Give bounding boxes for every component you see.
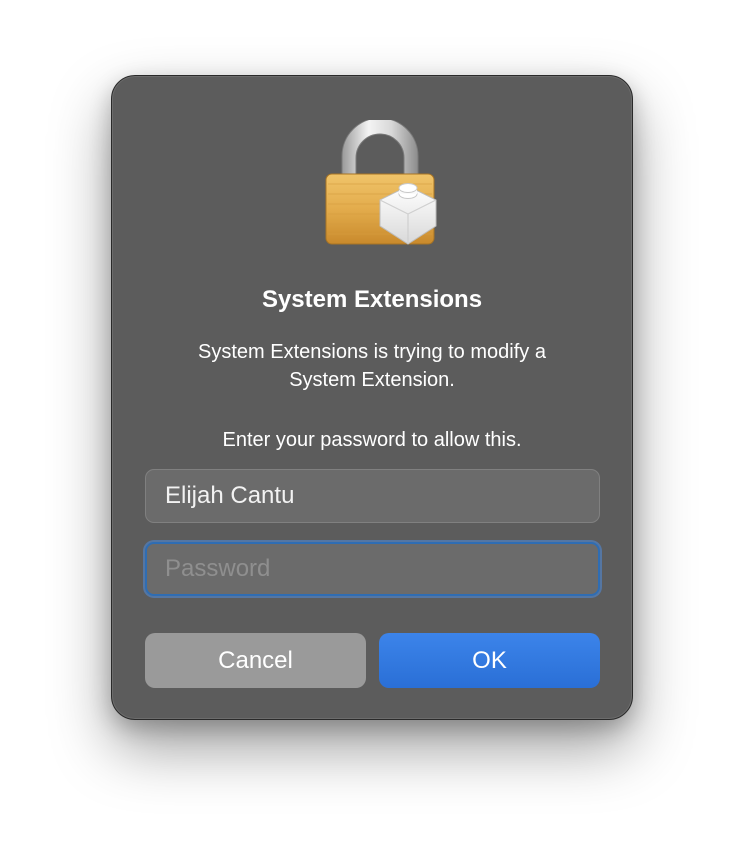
dialog-message-line1: System Extensions is trying to modify a <box>198 341 546 363</box>
cancel-button[interactable]: Cancel <box>145 633 366 688</box>
dialog-message-line2: System Extension. <box>289 369 455 391</box>
dialog-prompt: Enter your password to allow this. <box>222 429 522 451</box>
lock-with-extension-icon <box>325 120 437 245</box>
dialog-title: System Extensions <box>261 286 483 313</box>
username-field[interactable] <box>145 469 600 523</box>
ok-button[interactable]: OK <box>379 633 600 688</box>
authentication-dialog: System Extensions System Extensions is t… <box>111 75 633 720</box>
password-field[interactable] <box>145 542 600 596</box>
